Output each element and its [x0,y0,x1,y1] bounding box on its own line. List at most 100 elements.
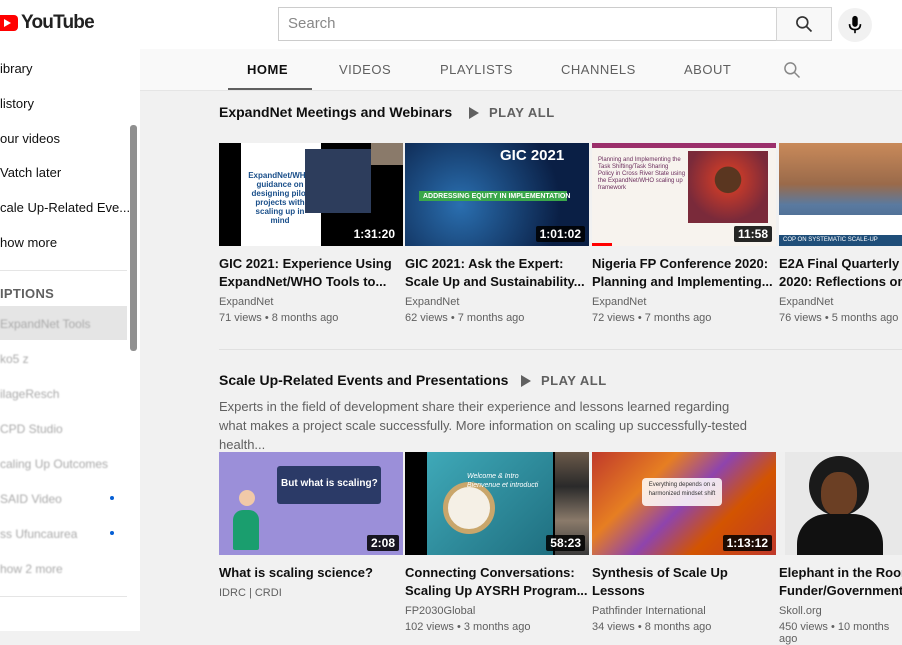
video-metadata: 76 views • 5 months ago [779,312,899,324]
video-title-line1[interactable]: What is scaling science? [219,564,403,582]
video-metadata: 72 views • 7 months ago [592,312,712,324]
tab-about[interactable]: ABOUT [684,62,731,77]
new-content-dot [110,531,114,535]
video-title-line2[interactable]: Planning and Implementing... [592,273,776,291]
play-all-label: PLAY ALL [541,373,607,388]
video-card[interactable]: ExpandNet/WHO guidance on designing pilo… [219,143,403,324]
channel-search-icon[interactable] [782,60,802,80]
subscription-item[interactable]: caling Up Outcomes [0,457,108,471]
video-card[interactable]: Everything depends on a harmonized minds… [592,452,776,633]
video-thumbnail[interactable]: But what is scaling? 2:08 [219,452,403,555]
play-icon [469,106,479,119]
sidebar-item-library[interactable]: ibrary [0,61,33,76]
video-card[interactable]: GIC 2021 ADDRESSING EQUITY IN IMPLEMENTA… [405,143,589,324]
video-title-line1[interactable]: GIC 2021: Experience Using [219,255,403,273]
video-metadata: 71 views • 8 months ago [219,312,339,324]
subscription-item[interactable]: CPD Studio [0,422,63,436]
video-thumbnail[interactable]: COP ON SYSTEMATIC SCALE-UP QUARTERLY [779,143,902,246]
youtube-play-icon [0,15,18,31]
sidebar-item-history[interactable]: listory [0,96,34,111]
video-card[interactable]: Planning and Implementing the Task Shift… [592,143,776,324]
video-thumbnail[interactable]: Everything depends on a harmonized minds… [592,452,776,555]
tab-channels[interactable]: CHANNELS [561,62,636,77]
video-duration: 2:08 [366,535,399,551]
voice-search-button[interactable] [838,8,872,42]
channel-name[interactable]: ExpandNet [592,296,776,308]
channel-name[interactable]: Skoll.org [779,605,902,617]
shelf-title[interactable]: Scale Up-Related Events and Presentation… [219,372,508,388]
video-title-line2[interactable]: Funder/Government Pe [779,582,902,600]
search-button[interactable] [776,7,832,41]
sidebar-item-watch-later[interactable]: Vatch later [0,165,61,180]
search-icon [796,16,813,33]
video-duration: 1:31:20 [349,226,399,242]
video-metadata: 450 views • 10 months ago [779,621,890,645]
sidebar-scrollbar[interactable] [130,125,137,351]
video-thumbnail[interactable]: Planning and Implementing the Task Shift… [592,143,776,246]
new-content-dot [110,496,114,500]
subscription-item[interactable]: ExpandNet Tools [0,317,91,331]
play-icon [521,374,531,387]
video-title-line2[interactable]: 2020: Reflections on th [779,273,902,291]
video-card[interactable]: COP ON SYSTEMATIC SCALE-UP QUARTERLY E2A… [779,143,902,324]
thumbnail-text: Everything depends on a harmonized minds… [648,482,716,497]
thumbnail-heading: GIC 2021 [500,147,565,164]
channel-name[interactable]: IDRC | CRDI [219,587,403,599]
video-thumbnail[interactable]: Welcome & Intro Bienvenue et introducti … [405,452,589,555]
thumbnail-text: ADDRESSING EQUITY IN IMPLEMENTATION [423,193,571,200]
video-card[interactable]: But what is scaling? 2:08 What is scalin… [219,452,403,599]
logo-text: YouTube [21,12,95,33]
video-thumbnail[interactable]: ExpandNet/WHO guidance on designing pilo… [219,143,403,246]
video-title-line1[interactable]: Elephant in the Room: [779,564,902,582]
video-title-line2[interactable]: ExpandNet/WHO Tools to... [219,273,403,291]
channel-tabs: HOME VIDEOS PLAYLISTS CHANNELS ABOUT [140,49,902,91]
video-card[interactable]: Elephant in the Room: Funder/Government … [779,452,902,645]
tab-videos[interactable]: VIDEOS [339,62,391,77]
video-title-line1[interactable]: Nigeria FP Conference 2020: [592,255,776,273]
thumbnail-text: Welcome & Intro Bienvenue et introducti [467,473,539,489]
video-metadata: 34 views • 8 months ago [592,621,712,633]
video-duration: 11:58 [733,226,772,242]
subscription-item[interactable]: ss Ufuncaurea [0,527,77,541]
subscriptions-show-more[interactable]: how 2 more [0,562,63,576]
subscription-item[interactable]: ilageResch [0,387,59,401]
subscription-item[interactable]: ko5 z [0,352,29,366]
tab-playlists[interactable]: PLAYLISTS [440,62,513,77]
video-title-line2[interactable]: Scale Up and Sustainability... [405,273,589,291]
active-tab-indicator [228,88,312,90]
search-input[interactable]: Search [278,7,777,41]
youtube-logo[interactable]: YouTube [0,12,95,34]
subscription-item[interactable]: SAID Video [0,492,62,506]
video-duration: 58:23 [546,535,585,551]
channel-name[interactable]: ExpandNet [779,296,902,308]
video-title-line1[interactable]: Synthesis of Scale Up [592,564,776,582]
thumbnail-text: ExpandNet/WHO guidance on designing pilo… [248,171,312,225]
sidebar-show-more[interactable]: how more [0,235,57,250]
video-card[interactable]: Welcome & Intro Bienvenue et introducti … [405,452,589,633]
sidebar-item-playlist[interactable]: cale Up-Related Eve... [0,200,130,215]
video-title-line1[interactable]: E2A Final Quarterly Me [779,255,902,273]
video-title-line1[interactable]: Connecting Conversations: [405,564,589,582]
video-title-line2[interactable]: Scaling Up AYSRH Program... [405,582,589,600]
play-all-label: PLAY ALL [489,105,555,120]
subscriptions-heading: IPTIONS [0,286,55,301]
tab-home[interactable]: HOME [247,62,288,77]
thumbnail-text: Planning and Implementing the Task Shift… [598,157,686,191]
video-title-line1[interactable]: GIC 2021: Ask the Expert: [405,255,589,273]
microphone-icon [848,15,862,34]
video-thumbnail[interactable]: GIC 2021 ADDRESSING EQUITY IN IMPLEMENTA… [405,143,589,246]
play-all-button[interactable]: PLAY ALL [469,105,555,120]
shelf-divider [219,349,902,350]
video-thumbnail[interactable] [779,452,902,555]
channel-name[interactable]: FP2030Global [405,605,589,617]
masthead: YouTube Search [0,0,902,50]
thumbnail-text: COP ON SYSTEMATIC SCALE-UP QUARTERLY [783,237,878,243]
video-title-line2[interactable]: Lessons [592,582,776,600]
play-all-button[interactable]: PLAY ALL [521,373,607,388]
channel-name[interactable]: ExpandNet [405,296,589,308]
channel-name[interactable]: Pathfinder International [592,605,776,617]
video-metadata: 62 views • 7 months ago [405,312,525,324]
shelf-title[interactable]: ExpandNet Meetings and Webinars [219,104,452,120]
channel-name[interactable]: ExpandNet [219,296,403,308]
sidebar-item-your-videos[interactable]: our videos [0,131,60,146]
